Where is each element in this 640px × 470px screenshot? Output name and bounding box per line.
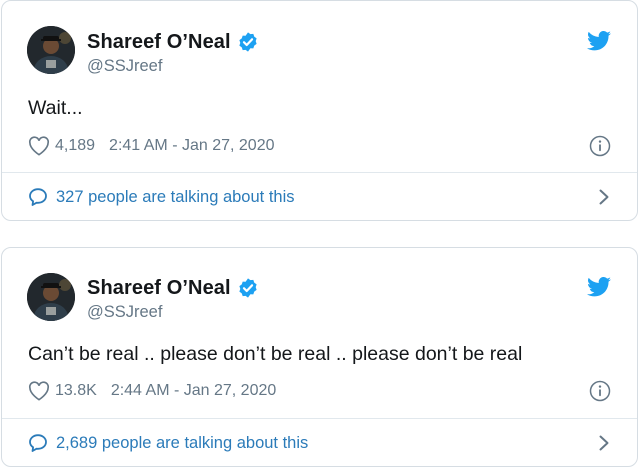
author-name-row[interactable]: Shareef O’Neal [87,30,259,54]
author-name-row[interactable]: Shareef O’Neal [87,276,259,300]
chevron-right-icon[interactable] [598,433,610,453]
tweet-timestamp[interactable]: 2:44 AM - Jan 27, 2020 [111,382,276,400]
speech-bubble-icon [29,188,47,206]
speech-bubble-icon [29,434,47,452]
chevron-right-icon[interactable] [598,187,610,207]
conversation-count[interactable]: 2,689 people are talking about this [56,434,308,453]
tweet-card[interactable]: Shareef O’Neal @SSJreef Can’t be real ..… [1,247,638,467]
avatar[interactable] [27,26,75,74]
like-count[interactable]: 4,189 [55,137,95,155]
conversation-count[interactable]: 327 people are talking about this [56,188,295,207]
tweet-text: Wait... [28,97,83,119]
tweet-text: Can’t be real .. please don’t be real ..… [28,343,523,365]
info-icon[interactable] [589,135,611,157]
tweet-card[interactable]: Shareef O’Neal @SSJreef Wait... 4,189 2:… [1,0,638,221]
tweet-timestamp[interactable]: 2:41 AM - Jan 27, 2020 [109,137,274,155]
heart-icon[interactable] [28,136,50,156]
divider [2,172,637,173]
author-handle[interactable]: @SSJreef [87,57,162,76]
tweet-meta: 13.8K 2:44 AM - Jan 27, 2020 [28,380,276,402]
avatar[interactable] [27,273,75,321]
twitter-bird-icon[interactable] [587,31,611,51]
conversation-link[interactable]: 2,689 people are talking about this [28,431,308,455]
verified-badge-icon [239,32,257,52]
info-icon[interactable] [589,380,611,402]
like-count[interactable]: 13.8K [55,382,97,400]
divider [2,418,637,419]
conversation-link[interactable]: 327 people are talking about this [28,185,295,209]
author-handle[interactable]: @SSJreef [87,303,162,322]
twitter-bird-icon[interactable] [587,277,611,297]
display-name[interactable]: Shareef O’Neal [87,277,231,300]
display-name[interactable]: Shareef O’Neal [87,31,231,54]
verified-badge-icon [239,278,257,298]
tweet-meta: 4,189 2:41 AM - Jan 27, 2020 [28,135,275,157]
heart-icon[interactable] [28,381,50,401]
